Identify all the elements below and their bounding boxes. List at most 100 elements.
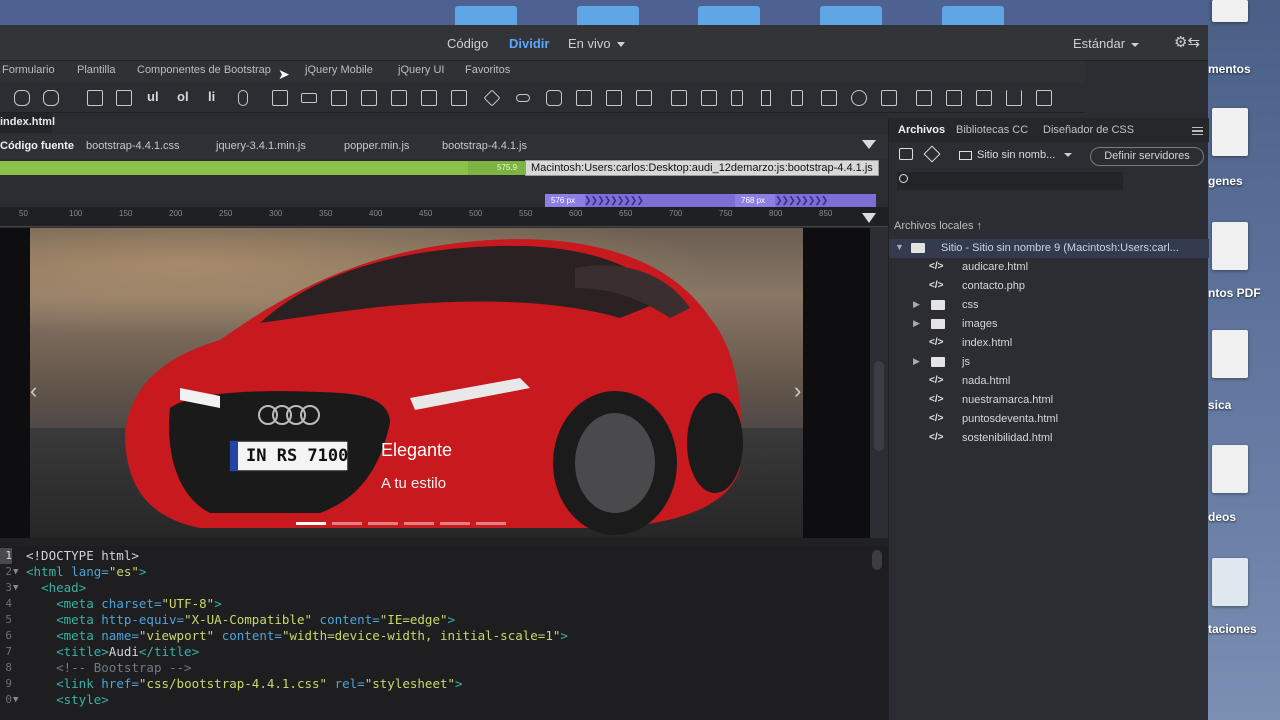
carousel-prev-icon[interactable]: ‹ [30,378,37,404]
tab-jquery-mobile[interactable]: jQuery Mobile [305,64,373,76]
article-icon[interactable] [391,90,407,106]
site-selector[interactable]: Sitio sin nomb... [957,146,1083,166]
filter-icon[interactable] [862,140,876,149]
main-icon[interactable] [331,90,347,106]
hr-icon[interactable] [946,90,962,106]
tab-jquery-ui[interactable]: jQuery UI [398,64,444,76]
table-icon[interactable] [87,90,103,106]
list-item-button[interactable]: li [208,89,215,104]
comment-icon[interactable] [546,90,562,106]
iframe-icon[interactable] [916,90,932,106]
workspace-switcher[interactable]: Estándar [1073,36,1140,51]
fold-toggle-icon[interactable]: ▼ [13,692,18,708]
carousel-indicator[interactable] [440,522,470,525]
local-files-label[interactable]: Archivos locales ↑ [894,220,982,232]
live-view-button[interactable]: En vivo [568,36,625,51]
folder-icon [577,6,639,25]
define-servers-button[interactable]: Definir servidores [1090,147,1204,166]
carousel-indicator[interactable] [368,522,398,525]
folder-row[interactable]: ▶ js [889,353,1209,372]
related-file-bootstrap-css[interactable]: bootstrap-4.4.1.css [86,140,180,152]
related-file-source[interactable]: Código fuente [0,140,74,152]
tab-bibliotecas-cc[interactable]: Bibliotecas CC [956,124,1028,136]
footer-icon[interactable] [451,90,467,106]
heading-icon[interactable] [43,90,59,106]
flash-icon[interactable] [791,90,803,106]
canvas-icon[interactable] [701,90,717,106]
tab-favoritos[interactable]: Favoritos [465,64,510,76]
file-row[interactable]: </> audicare.html [889,258,1209,277]
file-row[interactable]: </> sostenibilidad.html [889,429,1209,448]
tab-archivos[interactable]: Archivos [898,124,945,136]
fold-toggle-icon[interactable]: ▼ [13,580,18,596]
tag-icon[interactable] [483,89,501,107]
chevron-down-icon[interactable]: ▼ [895,242,904,252]
carousel-caption-subtitle: A tu estilo [381,475,447,492]
live-view-scroll-thumb[interactable] [874,361,884,451]
video-icon[interactable] [671,90,687,106]
chevron-right-icon[interactable]: ▶ [913,356,920,367]
carousel-indicator[interactable] [476,522,506,525]
file-name: puntosdeventa.html [962,413,1059,425]
folder-row[interactable]: ▶ css [889,296,1209,315]
code-file-icon: </> [929,413,944,424]
gear-sync-icon[interactable]: ⚙⇆ [1174,33,1200,51]
connect-icon[interactable] [899,148,913,160]
section-icon[interactable] [421,90,437,106]
more-elements-icon[interactable] [1036,90,1052,106]
ordered-list-button[interactable]: ol [177,89,189,104]
related-file-jquery[interactable]: jquery-3.4.1.min.js [216,140,306,152]
widget-icon[interactable] [851,90,867,106]
mobile-icon[interactable] [606,90,622,106]
unordered-list-button[interactable]: ul [147,89,159,104]
link-icon[interactable] [238,90,248,106]
email-icon[interactable] [636,90,652,106]
html5-icon[interactable] [731,90,743,106]
media-query-bar-max[interactable] [0,161,525,175]
related-file-popper[interactable]: popper.min.js [344,140,409,152]
file-row[interactable]: </> contacto.php [889,277,1209,296]
split-view-button[interactable]: Dividir [509,36,549,51]
tab-bootstrap-components[interactable]: Componentes de Bootstrap [137,64,271,76]
aside-icon[interactable] [361,90,377,106]
file-row[interactable]: </> nuestramarca.html [889,391,1209,410]
key-icon[interactable] [516,94,530,102]
file-row[interactable]: </> puntosdeventa.html [889,410,1209,429]
navigation-icon[interactable] [301,93,317,103]
header-icon[interactable] [272,90,288,106]
file-row[interactable]: </> index.html [889,334,1209,353]
carousel-indicator[interactable] [404,522,434,525]
code-view[interactable]: 1 <!DOCTYPE html> 2 ▼ <html lang="es"> 3 ▼ <… [0,546,888,720]
ruler-label: 800 [769,209,783,218]
code-view-button[interactable]: Código [447,36,488,51]
monitor-icon[interactable] [576,90,592,106]
file-row[interactable]: </> nada.html [889,372,1209,391]
tab-disenador-css[interactable]: Diseñador de CSS [1043,124,1134,136]
table-data-icon[interactable] [821,90,837,106]
panel-menu-icon[interactable] [1192,127,1203,135]
image-icon[interactable] [116,90,132,106]
dreamweaver-window: Código Dividir En vivo Estándar ⚙⇆ Formu… [0,25,1209,720]
carousel-indicator[interactable] [332,522,362,525]
carousel-indicator[interactable] [296,522,326,525]
tab-plantilla[interactable]: Plantilla [77,64,116,76]
split-divider[interactable] [0,538,888,546]
tab-formulario[interactable]: Formulario [2,64,55,76]
file-search-input[interactable] [897,172,1123,190]
label-icon[interactable] [14,90,30,106]
image-rollover-icon[interactable] [881,90,897,106]
carousel-next-icon[interactable]: › [794,378,801,404]
folder-row[interactable]: ▶ images [889,315,1209,334]
git-icon[interactable] [923,145,941,163]
chevron-right-icon[interactable]: ▶ [913,299,920,310]
related-file-bootstrap-js[interactable]: bootstrap-4.4.1.js [442,140,527,152]
audio-icon[interactable] [761,90,771,106]
site-root-row[interactable]: ▼ Sitio - Sitio sin nombre 9 (Macintosh:… [889,239,1209,258]
code-view-scroll-thumb[interactable] [872,550,882,570]
chevron-right-icon[interactable]: ▶ [913,318,920,329]
download-icon[interactable] [1006,90,1022,106]
document-tab[interactable]: index.html [0,113,55,133]
calendar-icon[interactable] [976,90,992,106]
viewport-resize-handle-icon[interactable] [862,213,876,223]
fold-toggle-icon[interactable]: ▼ [13,564,18,580]
